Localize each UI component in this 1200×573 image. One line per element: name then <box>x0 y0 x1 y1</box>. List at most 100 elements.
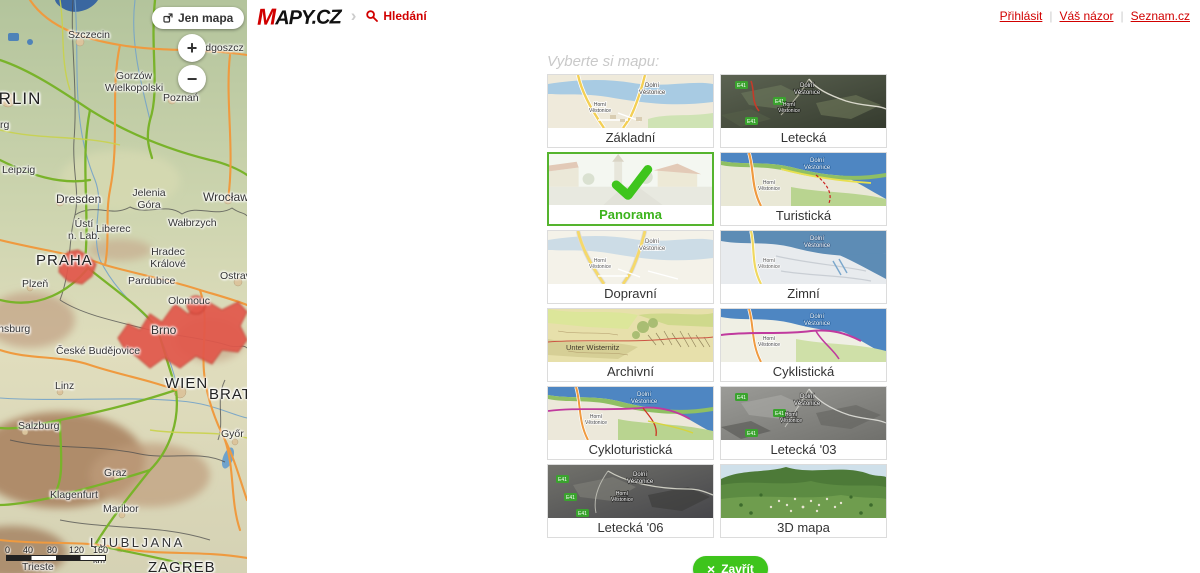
tile-label: Panorama <box>599 207 662 222</box>
map-picker-heading: Vyberte si mapu: <box>547 53 660 70</box>
search-button[interactable]: Hledání <box>366 9 427 23</box>
tile-label: Turistická <box>775 208 832 223</box>
map-city-label: Regensburg <box>0 323 31 335</box>
tile-cykloturisticka[interactable]: Dolní Věstonice Horní Věstonice Cyklotur… <box>547 386 714 460</box>
tile-thumbnail: E41 E41 E41 Dolní Věstonice Horní Věston… <box>548 465 713 518</box>
jen-mapa-label: Jen mapa <box>178 11 234 25</box>
svg-text:Dolní: Dolní <box>810 314 824 320</box>
tile-zakladni[interactable]: Dolní Věstonice Horní Věstonice Základní <box>547 74 714 148</box>
map-city-label: Graz <box>104 467 127 479</box>
link-separator: | <box>1120 9 1124 23</box>
zoom-in-button[interactable]: + <box>178 34 206 62</box>
tile-turisticka[interactable]: Dolní Věstonice Horní Věstonice Turistic… <box>720 152 887 226</box>
feedback-link[interactable]: Váš názor <box>1059 9 1113 23</box>
map-city-label: Brno <box>151 323 177 337</box>
seznam-link[interactable]: Seznam.cz <box>1131 9 1190 23</box>
tile-letecka[interactable]: E41 E41 E41 Dolní Věstonice Horní Věston… <box>720 74 887 148</box>
zoom-out-button[interactable]: − <box>178 65 206 93</box>
tile-thumbnail: Unter Wisternitz <box>548 309 713 362</box>
tile-label: Archivní <box>607 364 654 379</box>
map-city-label: Dresden <box>56 192 102 206</box>
svg-text:Věstonice: Věstonice <box>758 186 780 192</box>
svg-text:Věstonice: Věstonice <box>804 321 831 327</box>
map-city-label: PRAHA <box>36 252 93 269</box>
svg-text:Dolní: Dolní <box>645 239 659 245</box>
svg-text:Věstonice: Věstonice <box>631 399 658 405</box>
map-city-label: Klagenfurt <box>50 489 98 501</box>
tile-label: Zimní <box>787 286 820 301</box>
tile-label: Letecká '03 <box>770 442 837 457</box>
svg-text:Věstonice: Věstonice <box>639 90 666 96</box>
tile-thumbnail: E41 E41 E41 Dolní Věstonice Horní Věston… <box>721 387 886 440</box>
svg-text:E41: E41 <box>747 119 756 125</box>
svg-text:Věstonice: Věstonice <box>778 108 800 114</box>
close-label: Zavřít <box>721 562 754 573</box>
map-canvas[interactable]: BERLIN Szczecin Bydgoszcz Gorzów Wielkop… <box>0 0 248 573</box>
svg-text:E41: E41 <box>747 431 756 437</box>
tile-thumbnail: Dolní Věstonice Horní Věstonice <box>721 153 886 206</box>
tile-letecka-06[interactable]: E41 E41 E41 Dolní Věstonice Horní Věston… <box>547 464 714 538</box>
minus-icon: − <box>186 69 198 89</box>
close-icon: × <box>707 561 716 573</box>
link-separator: | <box>1049 9 1053 23</box>
tile-cyklisticka[interactable]: Dolní Věstonice Horní Věstonice Cyklisti… <box>720 308 887 382</box>
svg-text:Věstonice: Věstonice <box>780 418 802 424</box>
svg-text:Věstonice: Věstonice <box>804 165 831 171</box>
tile-thumbnail <box>721 465 886 518</box>
tile-thumbnail: Dolní Věstonice Horní Věstonice <box>548 75 713 128</box>
map-only-icon <box>163 13 173 23</box>
scale-tick: 0 <box>5 545 11 555</box>
tile-letecka-03[interactable]: E41 E41 E41 Dolní Věstonice Horní Věston… <box>720 386 887 460</box>
login-link[interactable]: Přihlásit <box>1000 9 1043 23</box>
svg-text:Dolní: Dolní <box>800 83 814 89</box>
tile-dopravni[interactable]: Dolní Věstonice Horní Věstonice Dopravní <box>547 230 714 304</box>
map-city-label: rg <box>0 119 10 131</box>
tile-thumbnail <box>549 154 712 205</box>
svg-text:Unter Wisternitz: Unter Wisternitz <box>566 343 620 352</box>
tile-panorama[interactable]: Panorama <box>547 152 714 226</box>
svg-text:E41: E41 <box>737 83 746 89</box>
tile-zimni[interactable]: Dolní Věstonice Horní Věstonice Zimní <box>720 230 887 304</box>
tile-label: Základní <box>605 130 656 145</box>
map-city-label: Jelenia Góra <box>132 187 166 211</box>
logo-m: M <box>256 2 276 30</box>
top-links: Přihlásit | Váš názor | Seznam.cz <box>1000 9 1190 23</box>
scale-tick: 40 <box>23 545 34 555</box>
breadcrumb-chevron-icon: › <box>350 6 357 25</box>
svg-text:Věstonice: Věstonice <box>794 401 821 407</box>
svg-text:Dolní: Dolní <box>800 394 814 400</box>
svg-text:E41: E41 <box>558 477 567 483</box>
tile-label: Cykloturistická <box>588 442 673 457</box>
map-city-label: BERLIN <box>0 89 42 108</box>
map-city-label: Győr <box>221 428 244 440</box>
tile-thumbnail: E41 E41 E41 Dolní Věstonice Horní Věston… <box>721 75 886 128</box>
map-city-label: ZAGREB <box>148 559 216 573</box>
plus-icon: + <box>186 38 198 58</box>
map-scale-bar: 0 40 80 120 160 km <box>5 545 120 565</box>
tile-label: Dopravní <box>604 286 657 301</box>
map-city-label: Liberec <box>96 223 131 235</box>
tile-label: 3D mapa <box>777 520 830 535</box>
jen-mapa-button[interactable]: Jen mapa <box>152 7 245 29</box>
tile-3d-mapa[interactable]: 3D mapa <box>720 464 887 538</box>
tile-archivni[interactable]: Unter Wisternitz Archivní <box>547 308 714 382</box>
scale-tick: 80 <box>47 545 58 555</box>
svg-text:Dolní: Dolní <box>810 158 824 164</box>
mapy-cz-logo[interactable]: MAPY.CZ <box>257 2 341 30</box>
close-button[interactable]: × Zavřít <box>693 556 768 573</box>
scale-tick: 120 <box>69 545 85 555</box>
top-bar: MAPY.CZ › Hledání Přihlásit | Váš názor … <box>247 0 1200 32</box>
map-city-label: Leipzig <box>2 164 36 176</box>
map-city-label: Linz <box>55 380 75 392</box>
svg-text:E41: E41 <box>566 495 575 501</box>
tile-thumbnail: Dolní Věstonice Horní Věstonice <box>548 387 713 440</box>
svg-text:Věstonice: Věstonice <box>794 90 821 96</box>
tile-label: Letecká '06 <box>597 520 664 535</box>
tile-label: Cyklistická <box>772 364 835 379</box>
svg-text:Věstonice: Věstonice <box>589 108 611 114</box>
map-city-label: Poznań <box>163 92 199 104</box>
svg-text:Dolní: Dolní <box>637 392 651 398</box>
main-content: MAPY.CZ › Hledání Přihlásit | Váš názor … <box>247 0 1200 573</box>
svg-text:E41: E41 <box>578 511 587 517</box>
map-city-label: Pardubice <box>128 275 176 287</box>
